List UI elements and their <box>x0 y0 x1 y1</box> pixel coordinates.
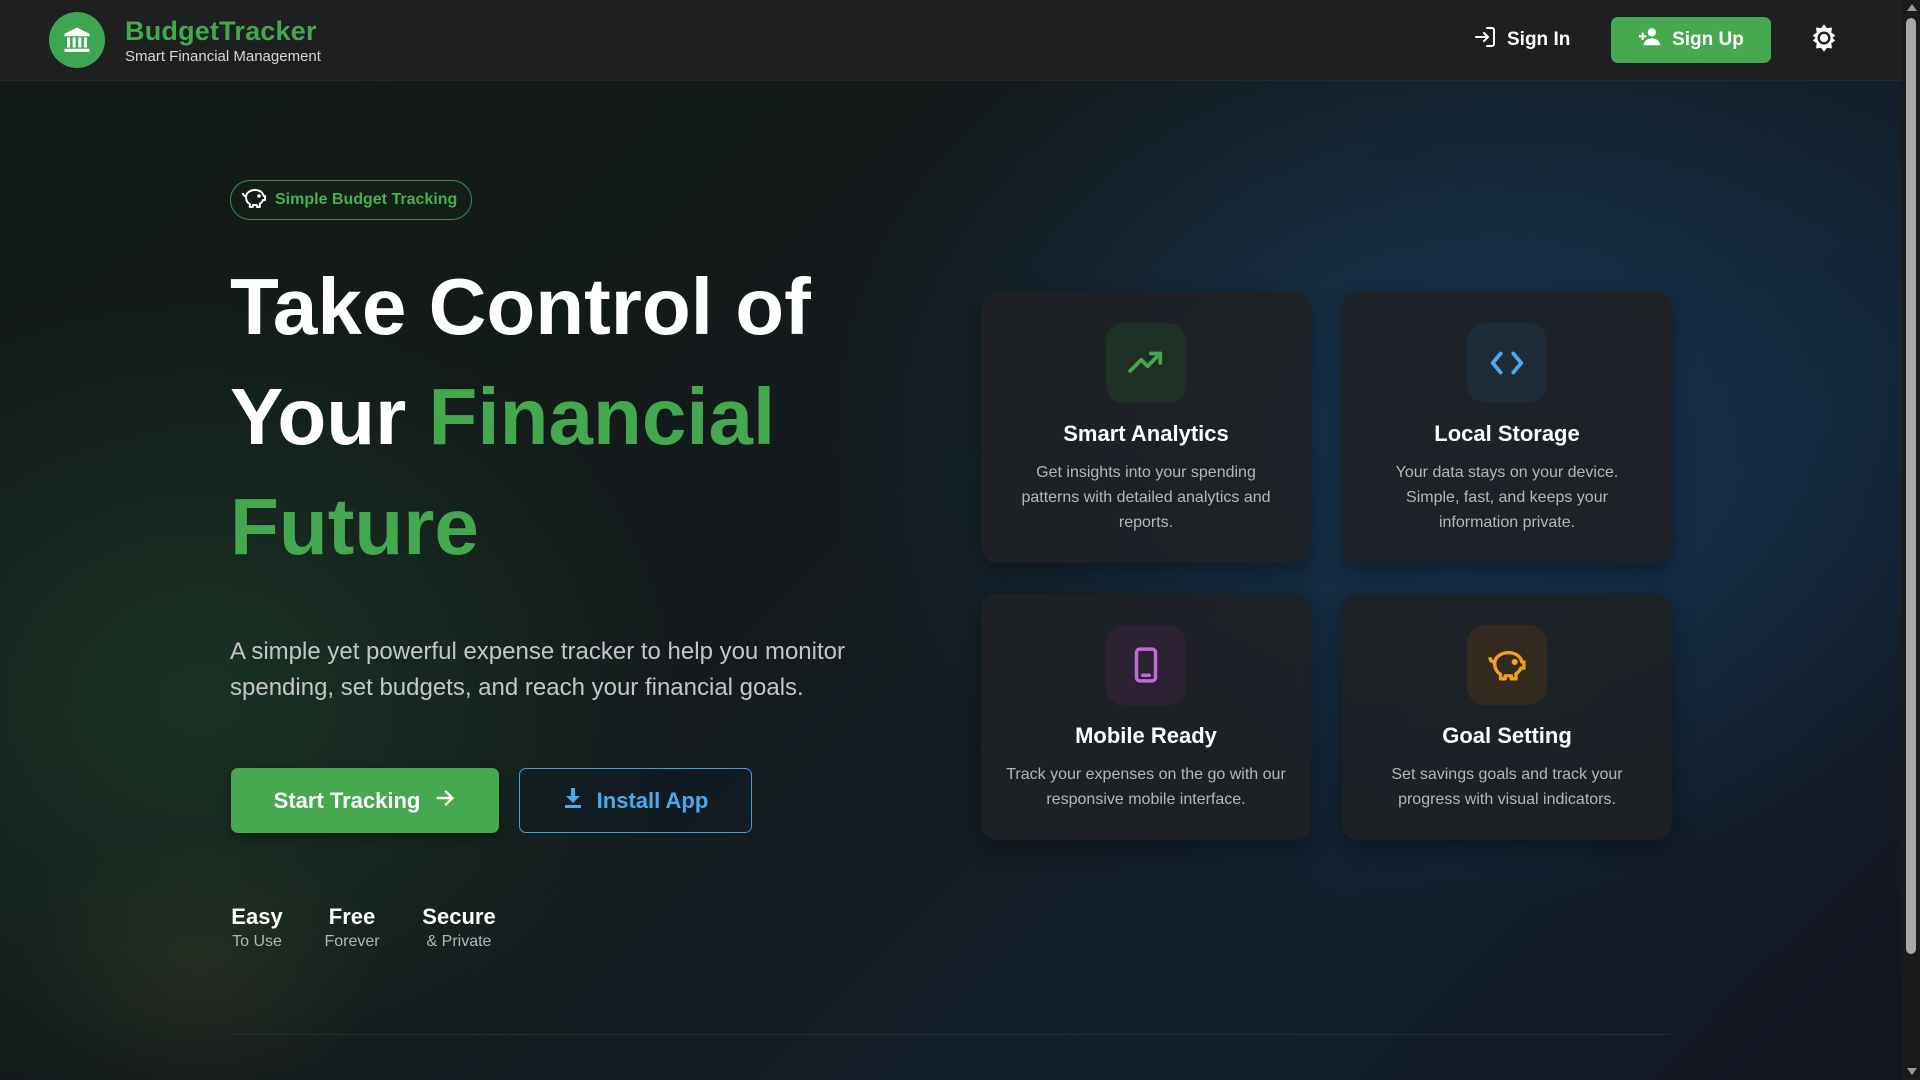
feature-description: Track your expenses on the go with our r… <box>1006 766 1286 808</box>
sign-in-label: Sign In <box>1507 29 1571 50</box>
sign-up-button[interactable]: Sign Up <box>1611 17 1771 63</box>
feature-description: Get insights into your spending patterns… <box>1021 464 1271 531</box>
stat-subtitle: & Private <box>426 933 492 950</box>
bank-logo-icon[interactable] <box>49 12 105 68</box>
scroll-up-arrow-icon[interactable] <box>1907 4 1917 11</box>
top-navbar: BudgetTracker Smart Financial Management… <box>0 0 1902 81</box>
sun-icon <box>1809 23 1839 58</box>
stat-title: Easy <box>231 904 283 929</box>
feature-title: Mobile Ready <box>1075 723 1217 748</box>
stat-easy: Easy To Use <box>230 903 284 953</box>
brand-name[interactable]: BudgetTracker <box>125 16 317 47</box>
person-add-icon <box>1638 26 1662 54</box>
arrow-right-icon <box>434 787 456 815</box>
install-app-label: Install App <box>596 787 709 813</box>
download-icon <box>563 787 583 815</box>
feature-card-mobile-ready: Mobile Ready Track your expenses on the … <box>981 594 1311 840</box>
scrollbar-thumb[interactable] <box>1906 18 1916 954</box>
hero-title-line-2: Your Financial <box>230 362 930 472</box>
stat-subtitle: To Use <box>232 933 282 950</box>
stat-subtitle: Forever <box>324 933 380 950</box>
stat-free: Free Forever <box>322 903 382 953</box>
stat-title: Free <box>328 904 376 929</box>
smartphone-icon <box>1106 625 1186 705</box>
feature-title: Local Storage <box>1434 421 1580 446</box>
start-tracking-label: Start Tracking <box>273 787 421 813</box>
trending-up-icon <box>1106 323 1186 403</box>
code-icon <box>1467 323 1547 403</box>
hero-title-line-1: Take Control of <box>230 262 811 351</box>
login-icon <box>1473 25 1497 55</box>
vertical-scrollbar[interactable] <box>1902 0 1920 1080</box>
hero-title: Take Control of Your Financial Future <box>230 252 930 582</box>
feature-card-local-storage: Local Storage Your data stays on your de… <box>1342 292 1672 563</box>
landing-page: BudgetTracker Smart Financial Management… <box>0 0 1902 1080</box>
stat-title: Secure <box>422 904 496 929</box>
section-divider <box>230 1034 1670 1035</box>
scroll-down-arrow-icon[interactable] <box>1907 1068 1917 1075</box>
install-app-button[interactable]: Install App <box>519 768 752 833</box>
piggy-bank-icon <box>241 186 267 215</box>
start-tracking-button[interactable]: Start Tracking <box>231 768 499 833</box>
feature-title: Smart Analytics <box>1063 421 1229 446</box>
feature-description: Set savings goals and track your progres… <box>1391 766 1623 808</box>
feature-card-smart-analytics: Smart Analytics Get insights into your s… <box>981 292 1311 563</box>
hero-description: A simple yet powerful expense tracker to… <box>230 638 845 701</box>
feature-description: Your data stays on your device. Simple, … <box>1395 464 1619 531</box>
stat-secure: Secure & Private <box>419 903 499 953</box>
hero-title-plain: Your <box>230 372 429 461</box>
hero-title-line-3: Future <box>230 482 479 571</box>
feature-card-goal-setting: Goal Setting Set savings goals and track… <box>1342 594 1672 840</box>
sign-in-button[interactable]: Sign In <box>1473 25 1570 55</box>
simple-budget-badge: Simple Budget Tracking <box>230 180 473 220</box>
theme-toggle-button[interactable] <box>1808 23 1840 58</box>
hero-title-accent: Financial <box>428 372 776 461</box>
piggy-bank-icon <box>1467 625 1547 705</box>
brand-tagline: Smart Financial Management <box>125 48 321 65</box>
sign-up-label: Sign Up <box>1672 29 1744 50</box>
badge-label: Simple Budget Tracking <box>275 191 458 208</box>
feature-title: Goal Setting <box>1442 723 1572 748</box>
